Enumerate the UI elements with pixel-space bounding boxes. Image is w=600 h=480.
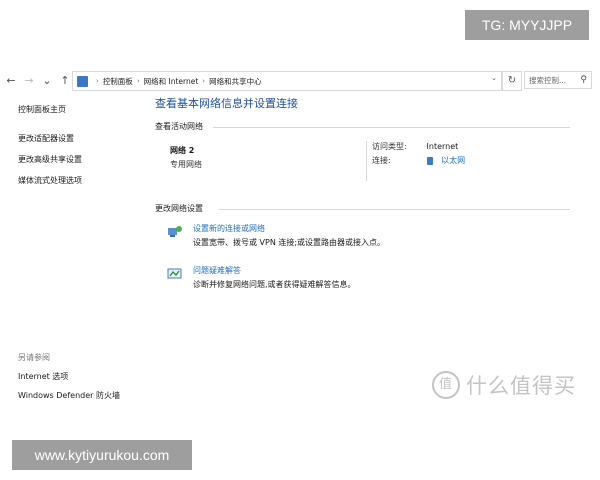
access-type-value: Internet <box>426 142 459 151</box>
network-setup-icon <box>168 226 182 237</box>
troubleshoot-desc: 诊断并修复网络问题,或者获得疑难解答信息。 <box>193 280 356 289</box>
see-also-internet-options[interactable]: Internet 选项 <box>18 371 120 382</box>
chevron-right-icon[interactable]: › <box>202 77 205 85</box>
setup-connection-link[interactable]: 设置新的连接或网络 <box>193 223 265 234</box>
sidebar-item-media-streaming[interactable]: 媒体流式处理选项 <box>18 175 148 186</box>
change-settings-label: 更改网络设置 <box>155 204 203 213</box>
breadcrumb[interactable]: › 控制面板 › 网络和 Internet › 网络和共享中心 ⌄ <box>72 71 502 91</box>
task-troubleshoot: 问题疑难解答 诊断并修复网络问题,或者获得疑难解答信息。 <box>167 265 570 299</box>
access-type-row: 访问类型: Internet <box>372 141 458 152</box>
breadcrumb-control-panel[interactable]: 控制面板 <box>103 76 133 87</box>
recent-locations-button[interactable]: ⌄ <box>40 72 54 90</box>
change-settings-header: 更改网络设置 <box>155 203 570 215</box>
search-input[interactable]: 搜索控制... ⚲ <box>524 71 592 89</box>
vertical-divider <box>366 141 367 181</box>
see-also-firewall[interactable]: Windows Defender 防火墙 <box>18 390 120 401</box>
refresh-button[interactable]: ↻ <box>502 71 522 91</box>
access-type-label: 访问类型: <box>372 142 407 151</box>
main-content: 查看基本网络信息并设置连接 查看活动网络 网络 2 专用网络 访问类型: Int… <box>155 95 570 307</box>
see-also-header: 另请参阅 <box>18 353 50 362</box>
up-button[interactable]: ↑ <box>58 72 72 90</box>
active-network: 网络 2 专用网络 访问类型: Internet 连接: 以太网 <box>155 141 570 187</box>
watermark-tag: TG: MYYJJPP <box>465 10 589 40</box>
address-bar: ← → ⌄ ↑ › 控制面板 › 网络和 Internet › 网络和共享中心 … <box>0 70 600 92</box>
sidebar-item-adapter-settings[interactable]: 更改适配器设置 <box>18 133 148 144</box>
watermark-brand: 值 什么值得买 <box>432 370 576 400</box>
control-panel-icon <box>77 75 88 87</box>
sidebar: 控制面板主页 更改适配器设置 更改高级共享设置 媒体流式处理选项 <box>18 104 148 196</box>
connection-label: 连接: <box>372 156 391 165</box>
forward-button[interactable]: → <box>22 72 36 90</box>
sidebar-item-home[interactable]: 控制面板主页 <box>18 104 148 115</box>
see-also-section: 另请参阅 Internet 选项 Windows Defender 防火墙 <box>18 352 120 409</box>
divider <box>213 127 570 128</box>
breadcrumb-network-sharing-center[interactable]: 网络和共享中心 <box>209 76 262 87</box>
connection-row: 连接: 以太网 <box>372 155 465 166</box>
chevron-right-icon[interactable]: › <box>137 77 140 85</box>
task-setup-connection: 设置新的连接或网络 设置宽带、拨号或 VPN 连接;或设置路由器或接入点。 <box>167 223 570 257</box>
watermark-url: www.kytiyurukou.com <box>12 440 192 470</box>
ethernet-icon <box>426 156 433 165</box>
control-panel-window: TG: MYYJJPP www.kytiyurukou.com 值 什么值得买 … <box>0 0 600 480</box>
chevron-down-icon[interactable]: ⌄ <box>491 74 497 82</box>
troubleshoot-icon <box>167 268 182 279</box>
refresh-icon: ↻ <box>507 75 517 86</box>
connection-link[interactable]: 以太网 <box>441 156 465 165</box>
setup-connection-desc: 设置宽带、拨号或 VPN 连接;或设置路由器或接入点。 <box>193 238 386 247</box>
network-name: 网络 2 <box>170 146 195 155</box>
active-networks-label: 查看活动网络 <box>155 122 203 131</box>
brand-text: 什么值得买 <box>466 374 576 398</box>
divider <box>219 209 570 210</box>
search-icon[interactable]: ⚲ <box>580 75 587 85</box>
brand-logo-icon: 值 <box>432 371 460 399</box>
sidebar-item-advanced-sharing[interactable]: 更改高级共享设置 <box>18 154 148 165</box>
breadcrumb-network-internet[interactable]: 网络和 Internet <box>144 76 199 87</box>
troubleshoot-link[interactable]: 问题疑难解答 <box>193 265 241 276</box>
network-type[interactable]: 专用网络 <box>170 159 202 170</box>
chevron-right-icon[interactable]: › <box>96 77 99 85</box>
active-networks-header: 查看活动网络 <box>155 121 570 133</box>
search-placeholder: 搜索控制... <box>529 75 567 85</box>
page-title: 查看基本网络信息并设置连接 <box>155 97 298 110</box>
back-button[interactable]: ← <box>4 72 18 90</box>
